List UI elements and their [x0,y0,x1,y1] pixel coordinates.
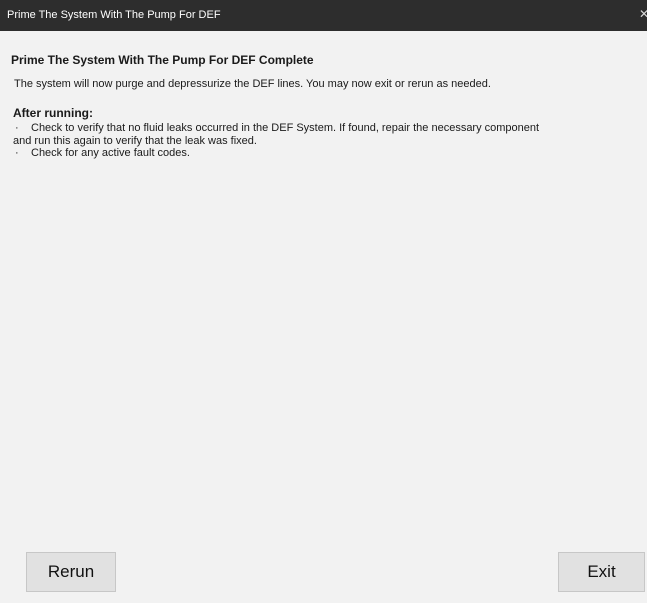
bullet-text: Check for any active fault codes. [31,147,190,159]
content-panel: Prime The System With The Pump For DEF C… [0,31,647,541]
title-bar: Prime The System With The Pump For DEF ✕ [0,0,647,31]
page-title: Prime The System With The Pump For DEF C… [11,53,314,67]
rerun-button[interactable]: Rerun [26,552,116,592]
list-item: · Check to verify that no fluid leaks occ… [13,122,638,135]
after-running-heading: After running: [13,106,93,120]
instructions-list: · Check to verify that no fluid leaks occ… [13,122,638,160]
exit-button[interactable]: Exit [558,552,645,592]
close-icon[interactable]: ✕ [639,6,647,22]
bullet-icon: · [15,147,19,159]
intro-text: The system will now purge and depressuri… [14,78,491,90]
window-title: Prime The System With The Pump For DEF [7,9,221,21]
dialog-window: Prime The System With The Pump For DEF ✕… [0,0,647,603]
list-item: · Check for any active fault codes. [13,147,638,160]
bullet-icon: · [15,122,19,134]
bullet-text: Check to verify that no fluid leaks occu… [31,122,540,134]
list-item-continuation: and run this again to verify that the le… [13,134,257,147]
